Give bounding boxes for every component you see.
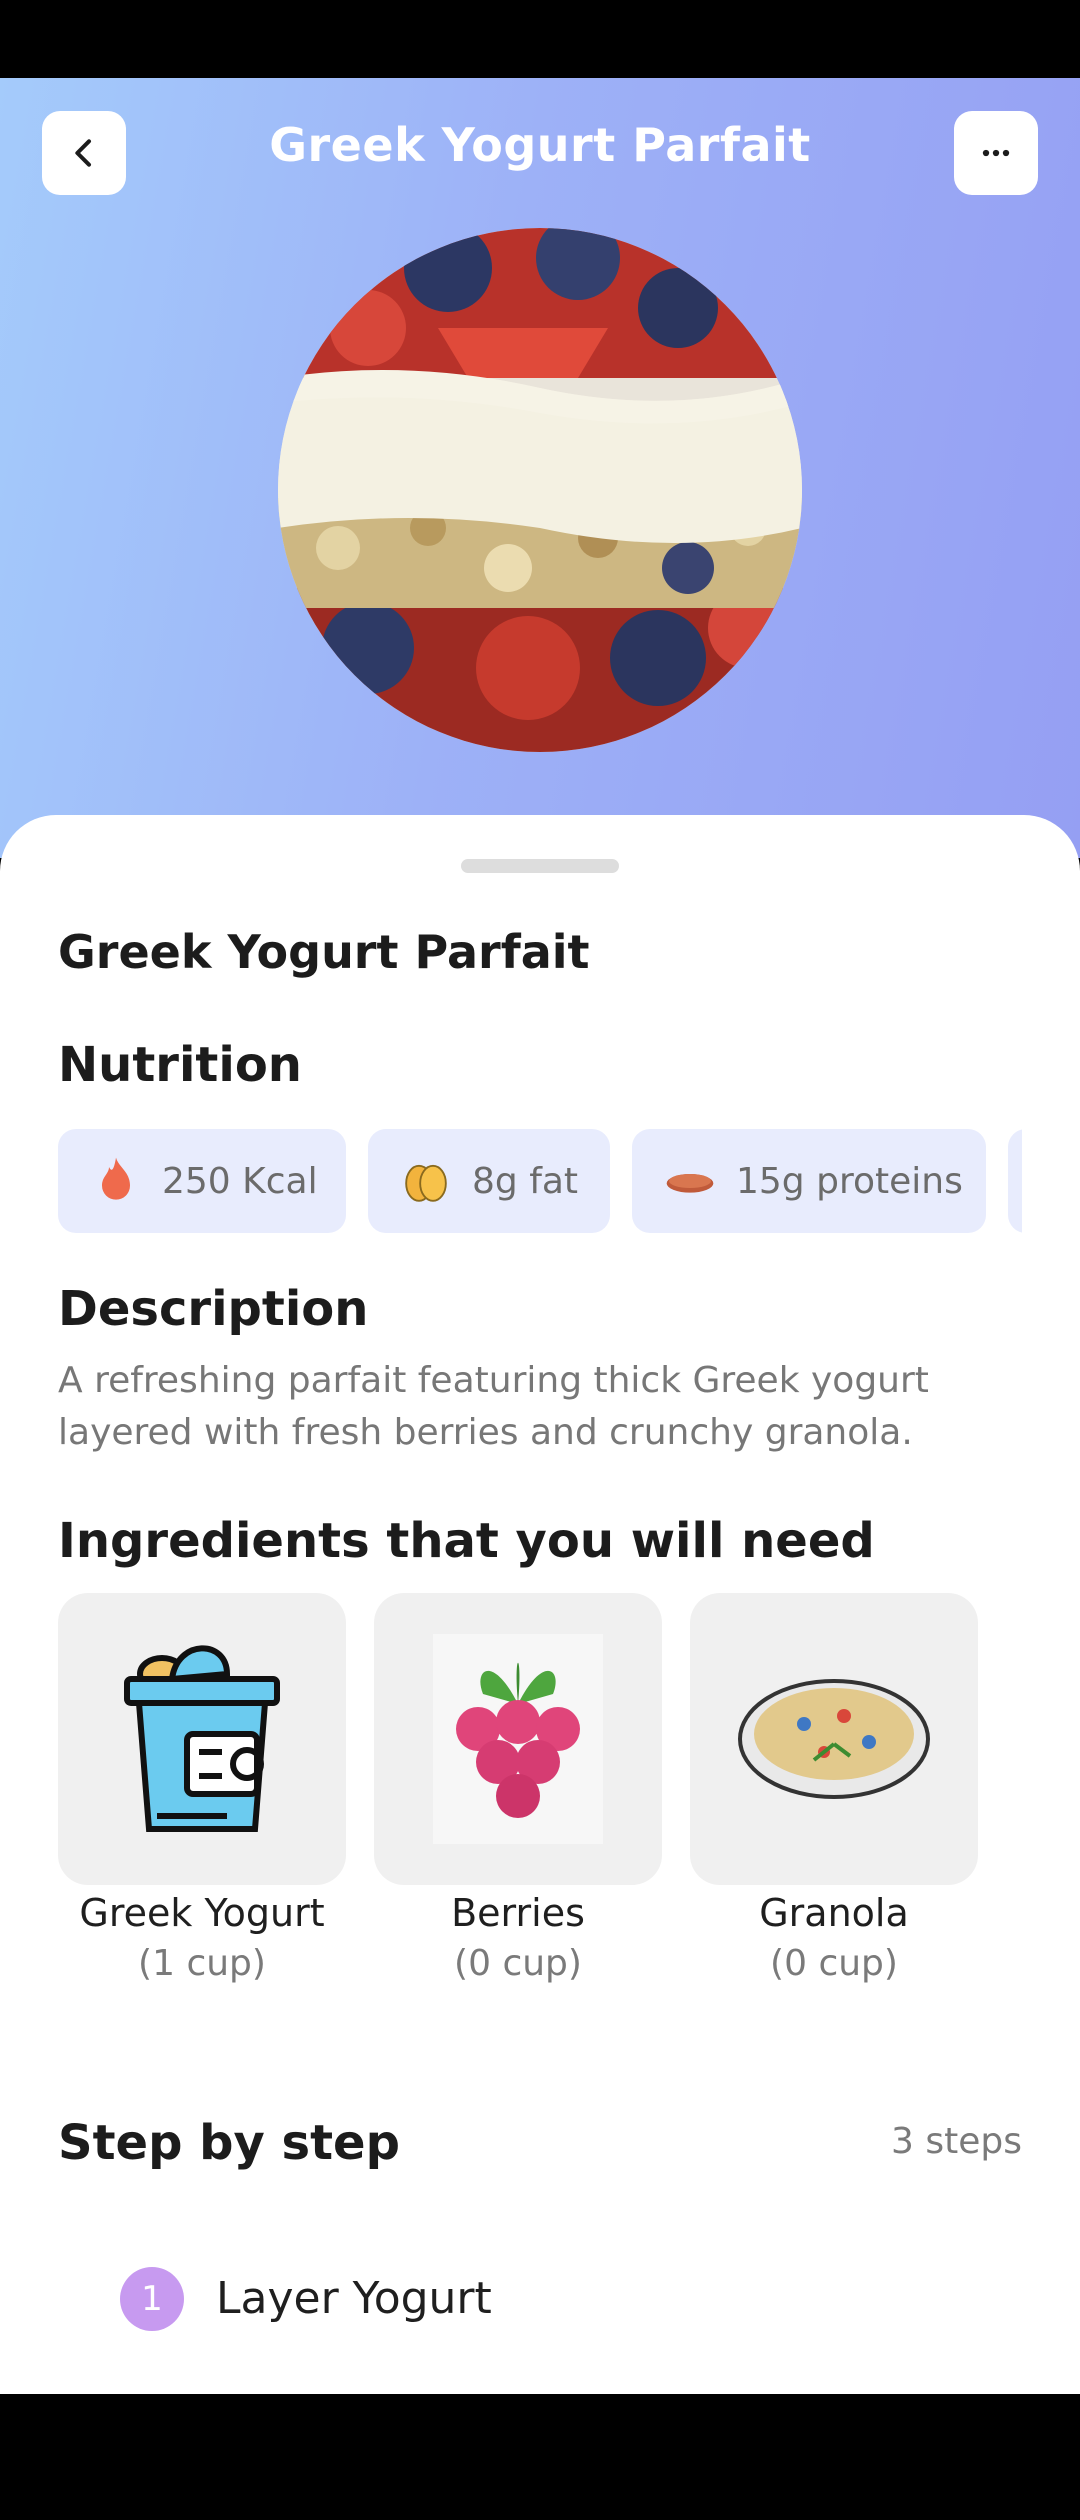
ingredient-quantity: (0 cup) bbox=[770, 1943, 898, 1984]
navigation-bar bbox=[0, 2394, 1080, 2520]
recipe-hero: Greek Yogurt Parfait bbox=[0, 78, 1080, 858]
raspberry-icon bbox=[433, 1634, 603, 1844]
avocado-icon bbox=[398, 1153, 454, 1209]
description-text: A refreshing parfait featuring thick Gre… bbox=[58, 1360, 929, 1453]
ingredient-quantity: (1 cup) bbox=[138, 1943, 266, 1984]
sheet-drag-handle[interactable] bbox=[461, 859, 619, 873]
nutrition-chips[interactable]: 250 Kcal 8g fat 15g proteins bbox=[58, 1129, 1022, 1233]
recipe-details-sheet: Greek Yogurt Parfait Nutrition 250 Kcal … bbox=[0, 815, 1080, 2394]
yogurt-cup-icon bbox=[124, 1645, 280, 1832]
nutrition-chip-more bbox=[1008, 1129, 1022, 1233]
ingredient-name: Berries bbox=[451, 1891, 585, 1935]
page-title: Greek Yogurt Parfait bbox=[269, 118, 811, 172]
step-title[interactable]: Layer Yogurt bbox=[216, 2273, 492, 2324]
granola-bowl-icon bbox=[738, 1679, 930, 1799]
more-horizontal-icon bbox=[982, 149, 1010, 157]
nutrition-chip-protein: 15g proteins bbox=[632, 1129, 986, 1233]
ingredient-card-berries[interactable] bbox=[374, 1593, 662, 1885]
steps-heading: Step by step bbox=[58, 2115, 400, 2171]
ingredient-card-greek-yogurt[interactable] bbox=[58, 1593, 346, 1885]
nutrition-label: 15g proteins bbox=[736, 1160, 963, 1202]
status-bar bbox=[0, 0, 1080, 78]
parfait-photo bbox=[278, 228, 802, 752]
ingredients-heading: Ingredients that you will need bbox=[58, 1513, 875, 1569]
nutrition-chip-fat: 8g fat bbox=[368, 1129, 610, 1233]
ingredient-name: Greek Yogurt bbox=[79, 1891, 325, 1935]
nutrition-label: 8g fat bbox=[472, 1160, 579, 1202]
nutrition-label: 250 Kcal bbox=[162, 1160, 318, 1202]
nutrition-heading: Nutrition bbox=[58, 1037, 302, 1093]
flame-icon bbox=[88, 1153, 144, 1209]
recipe-image bbox=[278, 228, 802, 752]
steps-count: 3 steps bbox=[891, 2121, 1022, 2162]
meat-icon bbox=[662, 1153, 718, 1209]
step-number-badge: 1 bbox=[120, 2267, 184, 2331]
recipe-name: Greek Yogurt Parfait bbox=[58, 925, 590, 979]
ingredient-card-granola[interactable] bbox=[690, 1593, 978, 1885]
nutrition-chip-calories: 250 Kcal bbox=[58, 1129, 346, 1233]
ingredient-quantity: (0 cup) bbox=[454, 1943, 582, 1984]
more-options-button[interactable] bbox=[954, 111, 1038, 195]
ingredient-name: Granola bbox=[759, 1891, 909, 1935]
description-heading: Description bbox=[58, 1281, 369, 1337]
